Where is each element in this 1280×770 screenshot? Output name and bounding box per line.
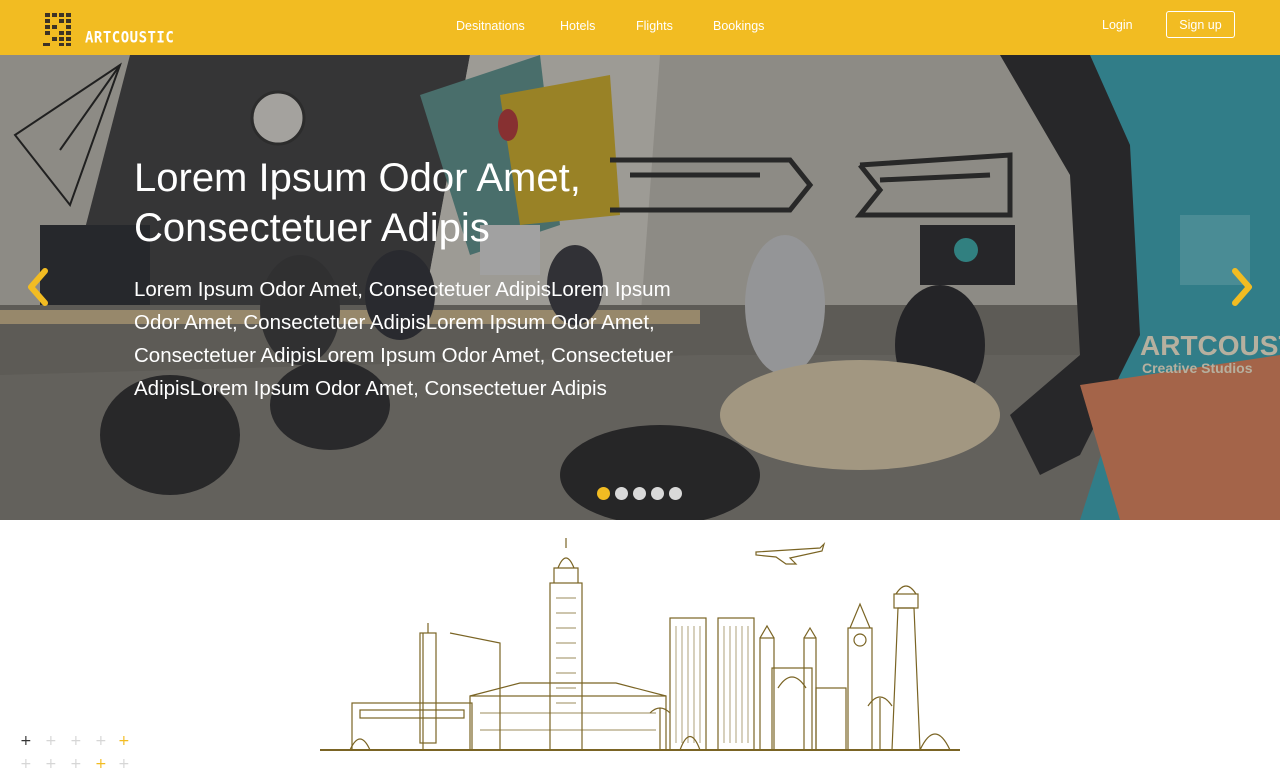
airplane-icon: [755, 541, 826, 565]
plus-icon: +: [45, 756, 57, 770]
plus-icon: +: [20, 756, 32, 770]
plus-icon: +: [118, 733, 130, 749]
plus-icon: +: [45, 733, 57, 749]
plus-icon: +: [95, 756, 107, 770]
login-link[interactable]: Login: [1102, 18, 1133, 32]
main-nav: Desitnations Hotels Flights Bookings: [0, 0, 1280, 55]
chevron-left-icon: [28, 268, 48, 306]
carousel-indicators: [597, 487, 682, 500]
decorative-plus-grid: + + + + + + + + + +: [20, 732, 140, 770]
carousel-prev-button[interactable]: [23, 267, 53, 307]
carousel-dot[interactable]: [651, 487, 664, 500]
hero-carousel: ARTCOUSTIC Creative Studios Lorem Ipsum …: [0, 55, 1280, 520]
carousel-dot[interactable]: [633, 487, 646, 500]
plus-icon: +: [70, 733, 82, 749]
carousel-next-button[interactable]: [1227, 267, 1257, 307]
plus-icon: +: [118, 756, 130, 770]
chevron-right-icon: [1232, 268, 1252, 306]
carousel-dot[interactable]: [669, 487, 682, 500]
top-navbar: ARTCOUSTIC Desitnations Hotels Flights B…: [0, 0, 1280, 55]
hero-description: Lorem Ipsum Odor Amet, Consectetuer Adip…: [134, 278, 673, 400]
signup-button[interactable]: Sign up: [1166, 11, 1235, 38]
carousel-dot[interactable]: [615, 487, 628, 500]
nav-link-hotels[interactable]: Hotels: [560, 19, 595, 33]
nav-link-bookings[interactable]: Bookings: [713, 19, 764, 33]
plus-icon: +: [95, 733, 107, 749]
nav-link-flights[interactable]: Flights: [636, 19, 673, 33]
plus-icon: +: [20, 733, 32, 749]
carousel-dot[interactable]: [597, 487, 610, 500]
city-skyline-icon: [320, 538, 960, 751]
nav-link-destinations[interactable]: Desitnations: [456, 19, 525, 33]
hero-title: Lorem Ipsum Odor Amet, Consectetuer Adip…: [134, 156, 581, 250]
plus-icon: +: [70, 756, 82, 770]
